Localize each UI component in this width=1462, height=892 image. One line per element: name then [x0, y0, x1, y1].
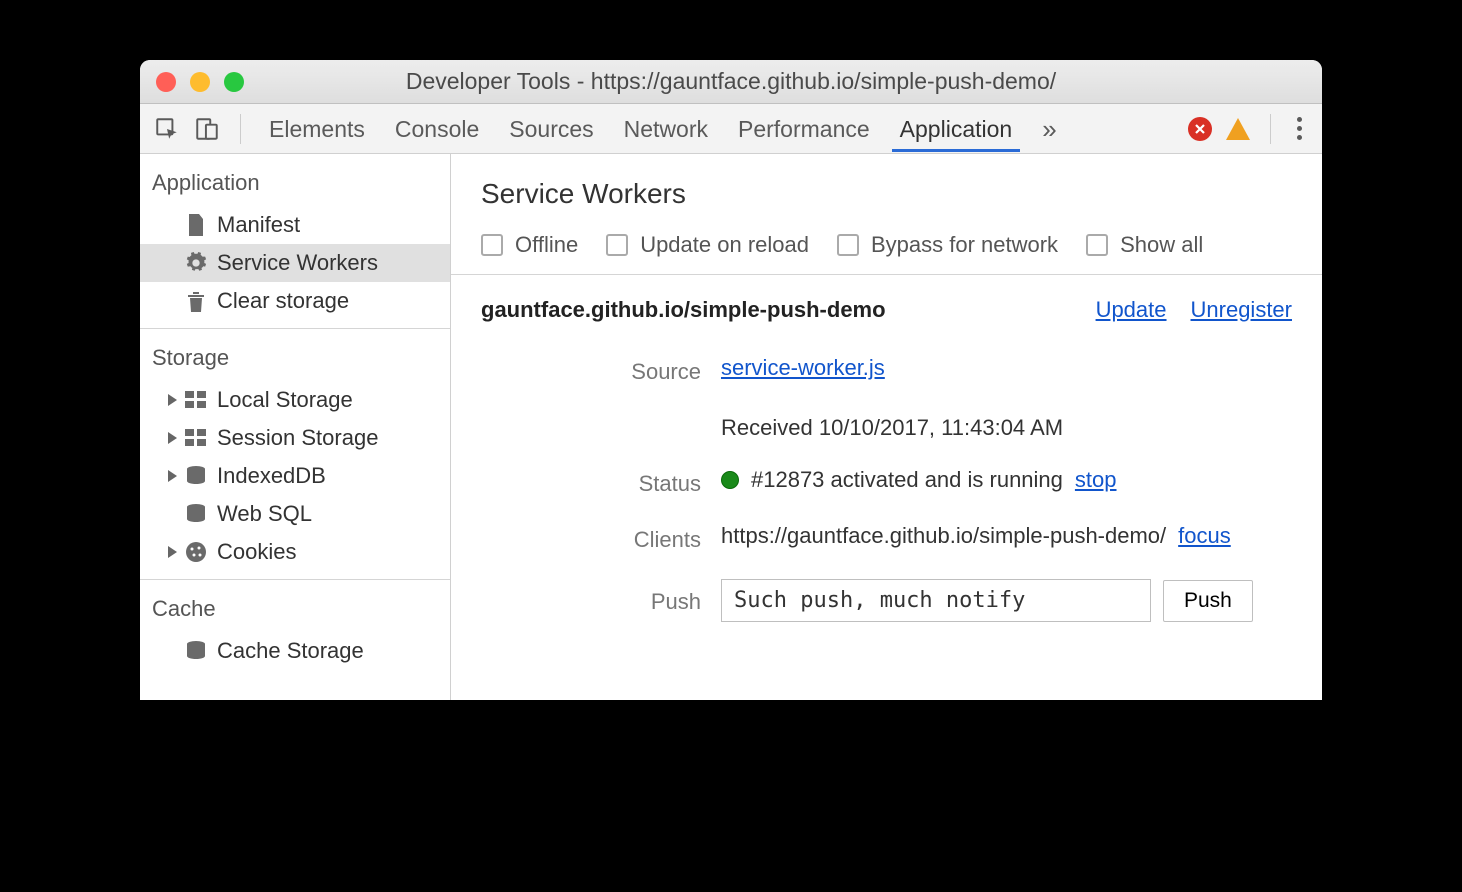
devtools-tabbar: Elements Console Sources Network Perform…	[140, 104, 1322, 154]
table-icon	[185, 427, 207, 449]
focus-link[interactable]: focus	[1178, 523, 1231, 549]
inspect-element-icon[interactable]	[154, 116, 180, 142]
clients-value: https://gauntface.github.io/simple-push-…	[721, 523, 1292, 549]
status-running-icon	[721, 471, 739, 489]
gear-icon	[185, 252, 207, 274]
sidebar-item-service-workers[interactable]: Service Workers	[140, 244, 450, 282]
sidebar-item-web-sql[interactable]: Web SQL	[140, 495, 450, 533]
table-icon	[185, 389, 207, 411]
sidebar-item-label: Session Storage	[217, 425, 378, 451]
clients-label: Clients	[481, 523, 701, 553]
tab-elements[interactable]: Elements	[261, 106, 373, 152]
sidebar-item-local-storage[interactable]: Local Storage	[140, 381, 450, 419]
push-button[interactable]: Push	[1163, 580, 1253, 622]
status-label: Status	[481, 467, 701, 497]
update-on-reload-checkbox[interactable]: Update on reload	[606, 232, 809, 258]
sidebar-item-label: Cookies	[217, 539, 296, 565]
sidebar-item-clear-storage[interactable]: Clear storage	[140, 282, 450, 320]
status-text: #12873 activated and is running	[751, 467, 1063, 493]
source-received: Received 10/10/2017, 11:43:04 AM	[721, 393, 1292, 441]
sidebar-item-cache-storage[interactable]: Cache Storage	[140, 632, 450, 670]
checkbox-label: Update on reload	[640, 232, 809, 258]
sidebar-item-session-storage[interactable]: Session Storage	[140, 419, 450, 457]
checkbox-label: Offline	[515, 232, 578, 258]
service-workers-panel: Service Workers Offline Update on reload…	[451, 154, 1322, 700]
tabs-overflow-button[interactable]: »	[1034, 104, 1064, 154]
tab-network[interactable]: Network	[616, 106, 716, 152]
database-icon	[185, 503, 207, 525]
panel-title: Service Workers	[481, 178, 1292, 210]
tab-sources[interactable]: Sources	[501, 106, 601, 152]
push-label: Push	[481, 579, 701, 615]
expand-icon	[168, 394, 177, 406]
devtools-body: Application Manifest Service Workers	[140, 154, 1322, 700]
sidebar-section-cache: Cache	[140, 580, 450, 632]
push-input[interactable]	[721, 579, 1151, 622]
tab-application[interactable]: Application	[892, 106, 1021, 152]
separator	[240, 114, 241, 144]
zoom-window-button[interactable]	[224, 72, 244, 92]
offline-checkbox[interactable]: Offline	[481, 232, 578, 258]
sidebar-item-label: Clear storage	[217, 288, 349, 314]
application-sidebar: Application Manifest Service Workers	[140, 154, 451, 700]
sidebar-section-storage: Storage	[140, 329, 450, 381]
devtools-window: Developer Tools - https://gauntface.gith…	[140, 60, 1322, 700]
device-toggle-icon[interactable]	[194, 116, 220, 142]
checkbox-label: Show all	[1120, 232, 1203, 258]
panel-header: Service Workers Offline Update on reload…	[451, 154, 1322, 275]
show-all-checkbox[interactable]: Show all	[1086, 232, 1203, 258]
client-url: https://gauntface.github.io/simple-push-…	[721, 523, 1166, 549]
source-label: Source	[481, 355, 701, 385]
sidebar-item-label: Cache Storage	[217, 638, 364, 664]
sidebar-item-label: Local Storage	[217, 387, 353, 413]
unregister-link[interactable]: Unregister	[1191, 297, 1292, 323]
update-link[interactable]: Update	[1096, 297, 1167, 323]
status-value: #12873 activated and is running stop	[721, 467, 1292, 493]
close-window-button[interactable]	[156, 72, 176, 92]
sidebar-item-label: Web SQL	[217, 501, 312, 527]
sidebar-item-cookies[interactable]: Cookies	[140, 533, 450, 571]
sidebar-item-manifest[interactable]: Manifest	[140, 206, 450, 244]
database-icon	[185, 640, 207, 662]
push-value: Push	[721, 579, 1292, 622]
warnings-icon[interactable]	[1226, 118, 1250, 140]
expand-icon	[168, 432, 177, 444]
document-icon	[185, 214, 207, 236]
tab-console[interactable]: Console	[387, 106, 487, 152]
sidebar-item-label: Service Workers	[217, 250, 378, 276]
expand-icon	[168, 470, 177, 482]
cookie-icon	[185, 541, 207, 563]
source-value: service-worker.js Received 10/10/2017, 1…	[721, 355, 1292, 441]
separator	[1270, 114, 1271, 144]
checkbox-label: Bypass for network	[871, 232, 1058, 258]
expand-icon	[168, 546, 177, 558]
tab-performance[interactable]: Performance	[730, 106, 878, 152]
database-icon	[185, 465, 207, 487]
window-title: Developer Tools - https://gauntface.gith…	[140, 68, 1322, 95]
stop-link[interactable]: stop	[1075, 467, 1117, 493]
source-file-link[interactable]: service-worker.js	[721, 355, 885, 381]
window-titlebar: Developer Tools - https://gauntface.gith…	[140, 60, 1322, 104]
traffic-lights	[140, 72, 244, 92]
panel-options: Offline Update on reload Bypass for netw…	[481, 210, 1292, 274]
scope-row: gauntface.github.io/simple-push-demo Upd…	[451, 275, 1322, 345]
bypass-for-network-checkbox[interactable]: Bypass for network	[837, 232, 1058, 258]
sw-details: Source service-worker.js Received 10/10/…	[451, 345, 1322, 642]
trash-icon	[185, 290, 207, 312]
sidebar-item-indexeddb[interactable]: IndexedDB	[140, 457, 450, 495]
errors-icon[interactable]	[1188, 117, 1212, 141]
sidebar-item-label: Manifest	[217, 212, 300, 238]
sidebar-section-application: Application	[140, 154, 450, 206]
minimize-window-button[interactable]	[190, 72, 210, 92]
scope-name: gauntface.github.io/simple-push-demo	[481, 297, 886, 323]
sidebar-item-label: IndexedDB	[217, 463, 326, 489]
settings-menu-icon[interactable]	[1291, 117, 1308, 140]
